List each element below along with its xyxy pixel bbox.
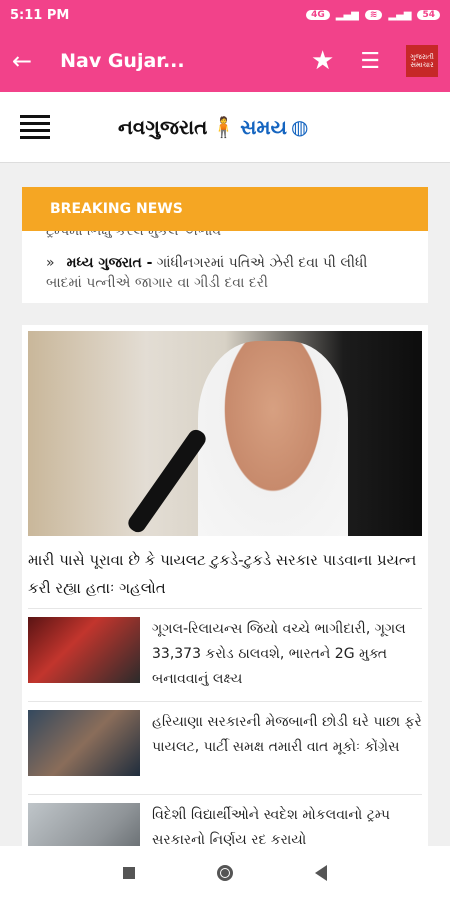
- ticker-bullet-icon: »: [46, 255, 55, 271]
- ticker-text-cut: બાદમાં પત્નીએ જાગાર વા ગીડી દવા દરી: [46, 275, 268, 291]
- wifi-icon: ≋: [364, 10, 383, 20]
- breaking-news-ticker[interactable]: ટ્રમ્પમાં ભિક્ષુ કરેલ મુકેલ અભાવ » મધ્ય …: [22, 231, 428, 303]
- news-list-item[interactable]: વિદેશી વિદ્યાર્થીઓને સ્વદેશ મોકલવાનો ટ્ર…: [28, 794, 422, 853]
- battery-indicator: 54: [417, 10, 440, 20]
- content-area[interactable]: BREAKING NEWS ટ્રમ્પમાં ભિક્ષુ કરેલ મુકે…: [0, 163, 450, 853]
- ticker-cut-line: ટ્રમ્પમાં ભિક્ષુ કરેલ મુકેલ અભાવ: [46, 231, 222, 239]
- ticker-region: મધ્ય ગુજરાત -: [66, 255, 153, 271]
- news-list: મારી પાસે પૂરાવા છે કે પાયલટ ટુકડે-ટુકડે…: [22, 325, 428, 853]
- site-header: નવગુજરાત 🧍 સમય ◍: [0, 92, 450, 163]
- app-logo-text: ગુજરાતી સમાચાર: [410, 53, 434, 69]
- status-time: 5:11 PM: [10, 7, 70, 23]
- hero-news-title[interactable]: મારી પાસે પૂરાવા છે કે પાયલટ ટુકડે-ટુકડે…: [28, 536, 422, 608]
- news-list-item[interactable]: ગૂગલ-રિલાયન્સ જિયો વચ્ચે ભાગીદારી, ગૂગલ …: [28, 608, 422, 701]
- back-button[interactable]: [315, 865, 327, 881]
- settings-sliders-icon[interactable]: ☰: [360, 49, 380, 74]
- hero-news-image[interactable]: [28, 331, 422, 536]
- signal-icon: ▂▄▆: [335, 9, 359, 21]
- network-indicator: 4G: [306, 10, 330, 20]
- recents-button[interactable]: [123, 867, 135, 879]
- app-logo[interactable]: ગુજરાતી સમાચાર: [406, 45, 438, 77]
- globe-icon: ◍: [291, 115, 309, 139]
- ticker-text: ગાંધીનગરમાં પતિએ ઝેરી દવા પી લીધી: [156, 255, 368, 271]
- app-toolbar: ← Nav Gujar... ★ ☰ ગુજરાતી સમાચાર: [0, 30, 450, 92]
- brand-name-suffix: સમય: [240, 115, 287, 139]
- news-title[interactable]: હરિયાણા સરકારની મેજબાની છોડી ઘરે પાછા ફર…: [152, 710, 422, 786]
- status-bar: 5:11 PM 4G ▂▄▆ ≋ ▂▄▆ 54: [0, 0, 450, 30]
- breaking-news-box: BREAKING NEWS ટ્રમ્પમાં ભિક્ષુ કરેલ મુકે…: [22, 187, 428, 303]
- toolbar-title: Nav Gujar...: [60, 50, 185, 72]
- ticker-item[interactable]: » મધ્ય ગુજરાત - ગાંધીનગરમાં પતિએ ઝેરી દવ…: [46, 255, 404, 271]
- home-button[interactable]: [217, 865, 233, 881]
- system-nav-bar: [0, 846, 450, 900]
- star-icon[interactable]: ★: [311, 46, 334, 76]
- status-icons: 4G ▂▄▆ ≋ ▂▄▆ 54: [306, 10, 440, 21]
- news-title[interactable]: ગૂગલ-રિલાયન્સ જિયો વચ્ચે ભાગીદારી, ગૂગલ …: [152, 617, 422, 693]
- back-arrow-icon[interactable]: ←: [12, 47, 32, 75]
- brand-name: નવગુજરાત: [118, 115, 208, 139]
- site-logo[interactable]: નવગુજરાત 🧍 સમય ◍: [118, 115, 308, 139]
- news-list-item[interactable]: હરિયાણા સરકારની મેજબાની છોડી ઘરે પાછા ફર…: [28, 701, 422, 794]
- news-thumbnail[interactable]: [28, 710, 140, 776]
- news-thumbnail[interactable]: [28, 617, 140, 683]
- signal-icon-2: ▂▄▆: [388, 9, 412, 21]
- breaking-news-header: BREAKING NEWS: [22, 187, 428, 231]
- person-icon: 🧍: [211, 115, 237, 139]
- hamburger-menu-icon[interactable]: [20, 111, 50, 143]
